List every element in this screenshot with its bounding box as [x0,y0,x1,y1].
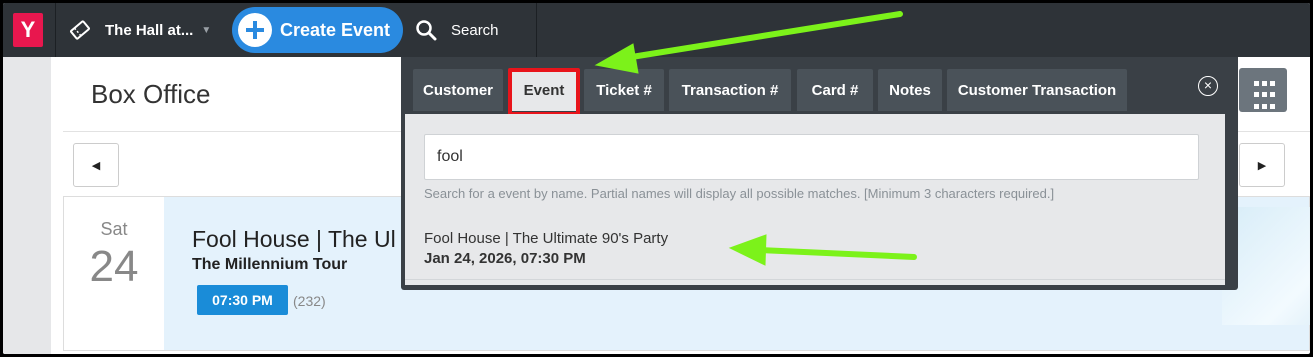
search-input[interactable]: fool [424,134,1199,180]
event-title[interactable]: Fool House | The Ul [192,226,396,253]
tab-customer[interactable]: Customer [413,69,503,111]
grid-icon [1254,81,1259,86]
divider [536,3,537,57]
search-result-item[interactable]: Fool House | The Ultimate 90's Party Jan… [405,218,1225,280]
chevron-left-icon: ◀ [91,159,101,172]
app-window: Y The Hall at... ▼ Create Event Search B… [3,3,1310,354]
event-weekday: Sat [100,219,128,239]
result-event-date: Jan 24, 2026, 07:30 PM [424,250,586,267]
top-bar: Y The Hall at... ▼ Create Event Search [3,3,1310,57]
left-sidebar [3,57,51,354]
page-title: Box Office [91,79,211,109]
annotation-highlight-box [508,68,580,116]
search-panel-body: fool Search for a event by name. Partial… [405,114,1225,285]
search-icon [416,20,437,41]
app-logo[interactable]: Y [13,13,43,47]
divider [55,3,56,57]
plus-icon [238,13,272,47]
venue-name: The Hall at... [105,21,194,39]
tab-card[interactable]: Card # [797,69,873,111]
create-event-label: Create Event [280,19,391,40]
venue-selector[interactable]: The Hall at... ▼ [69,3,211,57]
ticket-count: (232) [293,293,326,309]
tab-notes[interactable]: Notes [878,69,942,111]
chevron-right-icon: ▶ [1257,159,1267,172]
search-help-text: Search for a event by name. Partial name… [424,186,1055,201]
top-search-button[interactable]: Search [415,3,499,57]
event-day-number: 24 [89,242,139,291]
create-event-button[interactable]: Create Event [232,7,403,53]
event-subtitle: The Millennium Tour [192,256,348,273]
close-icon[interactable]: × [1198,76,1218,96]
search-panel: Customer Event Ticket # Transaction # Ca… [401,57,1238,290]
tab-ticket[interactable]: Ticket # [584,69,664,111]
caret-down-icon: ▼ [201,24,212,36]
search-label: Search [451,21,499,39]
prev-date-button[interactable]: ◀ [73,143,119,187]
result-event-name: Fool House | The Ultimate 90's Party [424,230,669,247]
tab-customer-transaction[interactable]: Customer Transaction [947,69,1127,111]
showtime-button[interactable]: 07:30 PM [197,285,288,315]
event-date: Sat 24 [64,197,164,350]
ticket-icon [70,20,90,40]
tab-transaction[interactable]: Transaction # [669,69,791,111]
grid-view-button[interactable] [1239,68,1287,112]
next-date-button[interactable]: ▶ [1239,143,1285,187]
